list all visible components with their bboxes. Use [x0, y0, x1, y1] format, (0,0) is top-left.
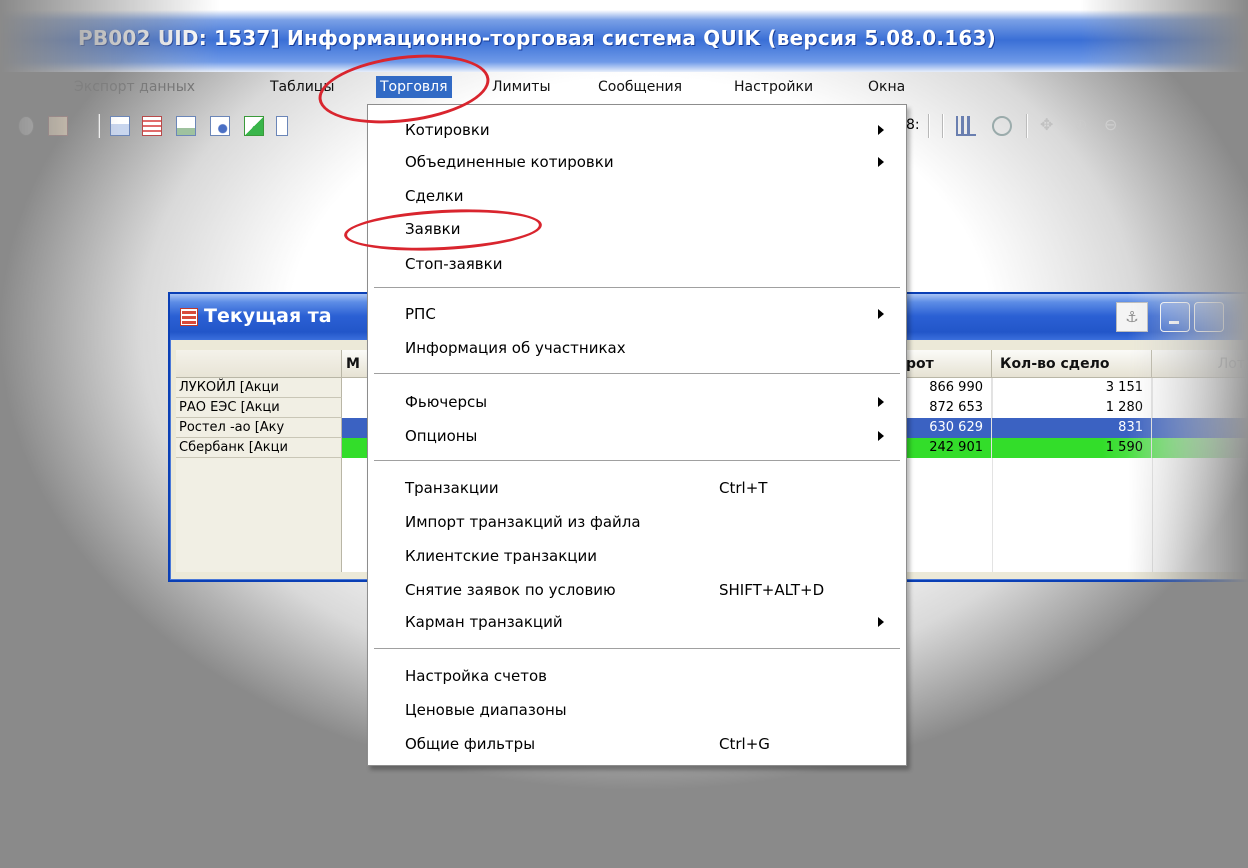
toolbar-separator [928, 114, 930, 138]
table-row-name[interactable]: Сбербанк [Акци [176, 438, 342, 458]
menu-item-label: Фьючерсы [405, 393, 488, 411]
toolbar-separator [1026, 114, 1028, 138]
new-table-icon[interactable] [110, 116, 130, 136]
maximize-button[interactable] [1194, 302, 1224, 332]
submenu-arrow-icon [878, 431, 884, 441]
menu-item-label: Сделки [405, 187, 464, 205]
menu-limits[interactable]: Лимиты [488, 76, 555, 98]
menu-item-rps[interactable]: РПС [368, 299, 906, 329]
minimize-button[interactable] [1160, 302, 1190, 332]
table-cell-turnover: 630 629 [896, 418, 992, 438]
minimize-icon [1169, 321, 1179, 324]
menu-item-account-settings[interactable]: Настройка счетов [368, 661, 906, 691]
menu-item-client-transactions[interactable]: Клиентские транзакции [368, 541, 906, 571]
quotes-table-icon[interactable] [176, 116, 196, 136]
column-header-deals[interactable]: Кол-во сдело [992, 350, 1152, 378]
table-row-name[interactable]: РАО ЕЭС [Акци [176, 398, 342, 418]
row-header-empty [176, 458, 342, 572]
menu-item-label: Транзакции [405, 479, 499, 497]
table-row-name[interactable]: Ростел -ао [Аку [176, 418, 342, 438]
menu-bar: Экспорт данных Таблицы Торговля Лимиты С… [0, 72, 1248, 102]
table-cell-turnover: 872 653 [896, 398, 992, 418]
menu-item-deals[interactable]: Сделки [368, 181, 906, 211]
table-window-title: Текущая та [204, 305, 332, 327]
menu-item-label: Импорт транзакций из файла [405, 513, 641, 531]
menu-messages[interactable]: Сообщения [594, 76, 686, 98]
column-header-name[interactable] [176, 350, 342, 378]
toolbar-separator [942, 114, 944, 138]
menu-item-label: Клиентские транзакции [405, 547, 598, 565]
menu-item-participants-info[interactable]: Информация об участниках [368, 333, 906, 363]
menu-item-stop-orders[interactable]: Стоп-заявки [368, 249, 906, 279]
export-table-icon[interactable] [244, 116, 264, 136]
menu-item-shortcut: Ctrl+G [719, 735, 770, 753]
menu-item-price-ranges[interactable]: Ценовые диапазоны [368, 695, 906, 725]
column-header-m[interactable]: М [342, 350, 370, 378]
table-row-name[interactable]: ЛУКОЙЛ [Акци [176, 378, 342, 398]
toolbar-separator [98, 114, 100, 138]
menu-separator [374, 287, 900, 289]
move-icon[interactable]: ✥ [1040, 116, 1058, 134]
back-icon[interactable] [18, 116, 34, 136]
window-title: PB002 UID: 1537] Информационно-торговая … [78, 26, 996, 50]
clock-icon[interactable] [992, 116, 1012, 136]
column-divider [1152, 378, 1153, 572]
menu-item-combined-quotes[interactable]: Объединенные котировки [368, 147, 906, 177]
zoom-in-icon[interactable]: ⊕ [1074, 116, 1092, 134]
window-title-bar[interactable]: PB002 UID: 1537] Информационно-торговая … [0, 0, 1248, 72]
table-cell-deals: 1 590 [992, 438, 1152, 458]
table-cell-turnover: 866 990 [896, 378, 992, 398]
menu-item-label: Ценовые диапазоны [405, 701, 567, 719]
column-header-lot[interactable]: Лот [1152, 350, 1248, 378]
list-table-icon[interactable] [142, 116, 162, 136]
submenu-arrow-icon [878, 309, 884, 319]
anchor-icon[interactable]: ⚓ [1116, 302, 1148, 332]
menu-windows[interactable]: Окна [864, 76, 909, 98]
submenu-arrow-icon [878, 125, 884, 135]
menu-item-label: Информация об участниках [405, 339, 626, 357]
table-cell-turnover: 242 901 [896, 438, 992, 458]
menu-item-label: Опционы [405, 427, 478, 445]
submenu-arrow-icon [878, 617, 884, 627]
menu-item-label: Снятие заявок по условию [405, 581, 616, 599]
menu-export-data[interactable]: Экспорт данных [70, 76, 199, 98]
menu-item-conditional-cancel[interactable]: Снятие заявок по условию SHIFT+ALT+D [368, 575, 906, 605]
table-cell-deals: 831 [992, 418, 1152, 438]
menu-separator [374, 648, 900, 650]
chart-icon[interactable] [956, 116, 976, 136]
menu-settings[interactable]: Настройки [730, 76, 817, 98]
menu-separator [374, 373, 900, 375]
column-header-turnover[interactable]: рот [896, 350, 992, 378]
menu-item-general-filters[interactable]: Общие фильтры Ctrl+G [368, 729, 906, 759]
submenu-arrow-icon [878, 397, 884, 407]
menu-item-futures[interactable]: Фьючерсы [368, 387, 906, 417]
menu-separator [374, 460, 900, 462]
menu-item-quotes[interactable]: Котировки [368, 115, 906, 145]
trading-dropdown-menu: Котировки Объединенные котировки Сделки … [367, 104, 907, 766]
menu-item-shortcut: Ctrl+T [719, 479, 768, 497]
submenu-arrow-icon [878, 157, 884, 167]
menu-item-label: Карман транзакций [405, 613, 563, 631]
menu-item-label: Настройка счетов [405, 667, 548, 685]
menu-item-options[interactable]: Опционы [368, 421, 906, 451]
table-cell-deals: 1 280 [992, 398, 1152, 418]
menu-item-transaction-pocket[interactable]: Карман транзакций [368, 607, 906, 637]
menu-item-label: Общие фильтры [405, 735, 536, 753]
menu-item-shortcut: SHIFT+ALT+D [719, 581, 825, 599]
menu-item-label: Стоп-заявки [405, 255, 503, 273]
menu-item-label: Объединенные котировки [405, 153, 614, 171]
table-cell-deals: 3 151 [992, 378, 1152, 398]
menu-item-import-transactions[interactable]: Импорт транзакций из файла [368, 507, 906, 537]
zoom-out-icon[interactable]: ⊖ [1104, 116, 1122, 134]
menu-item-transactions[interactable]: Транзакции Ctrl+T [368, 473, 906, 503]
search-table-icon[interactable] [210, 116, 230, 136]
table-window-icon [180, 308, 198, 326]
tool-icon[interactable] [48, 116, 68, 136]
copy-table-icon[interactable] [276, 116, 288, 136]
menu-item-label: РПС [405, 305, 436, 323]
time-field[interactable]: 8: [906, 116, 920, 134]
